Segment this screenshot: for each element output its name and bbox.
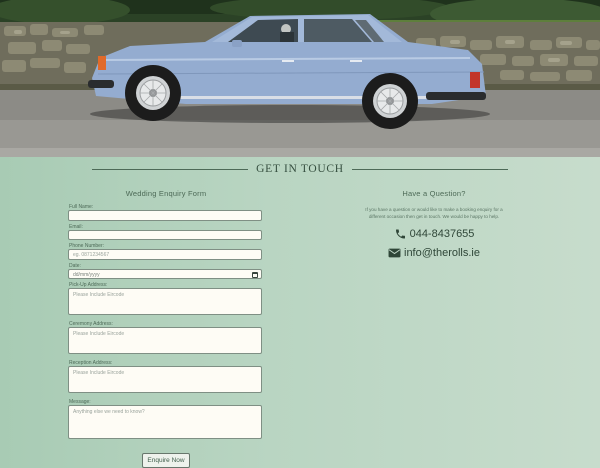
question-text: If you have a question or would like to … [365, 207, 503, 219]
contact-section: GET IN TOUCH Wedding Enquiry Form Full N… [0, 157, 600, 468]
phone-icon [395, 229, 405, 239]
form-heading: Wedding Enquiry Form [125, 189, 207, 198]
wedding-enquiry-form: Wedding Enquiry Form Full Name: Email: P… [68, 189, 264, 468]
question-panel: Have a Question? If you have a question … [364, 189, 504, 266]
section-title: GET IN TOUCH [256, 163, 344, 175]
ceremony-address-field[interactable]: Please Include Eircode [68, 327, 262, 354]
envelope-icon [388, 248, 401, 258]
heading-rule-right [351, 168, 508, 170]
submit-wrap: Enquire Now [68, 449, 264, 468]
full-name-field[interactable] [68, 210, 262, 221]
enquire-now-button[interactable]: Enquire Now [142, 453, 190, 468]
phone-number[interactable]: 044-8437655 [410, 228, 475, 240]
calendar-icon[interactable] [252, 271, 258, 278]
section-heading: GET IN TOUCH [0, 163, 600, 175]
email-address[interactable]: info@therolls.ie [404, 247, 480, 259]
email-field[interactable] [68, 229, 262, 240]
date-field[interactable]: dd/mm/yyyy [68, 268, 262, 279]
hero-image [0, 0, 600, 157]
phone-line[interactable]: 044-8437655 [364, 228, 504, 240]
email-line[interactable]: info@therolls.ie [364, 247, 504, 259]
email-label: Email: [69, 223, 83, 230]
date-label: Date: [69, 262, 81, 269]
phone-field[interactable]: eg. 0871234567 [68, 249, 262, 260]
pickup-address-field[interactable]: Please Include Eircode [68, 288, 262, 315]
date-placeholder: dd/mm/yyyy [73, 271, 100, 278]
heading-rule-left [92, 168, 249, 170]
question-heading: Have a Question? [402, 189, 466, 198]
reception-address-field[interactable]: Please Include Eircode [68, 366, 262, 393]
message-field[interactable]: Anything else we need to know? [68, 405, 262, 439]
